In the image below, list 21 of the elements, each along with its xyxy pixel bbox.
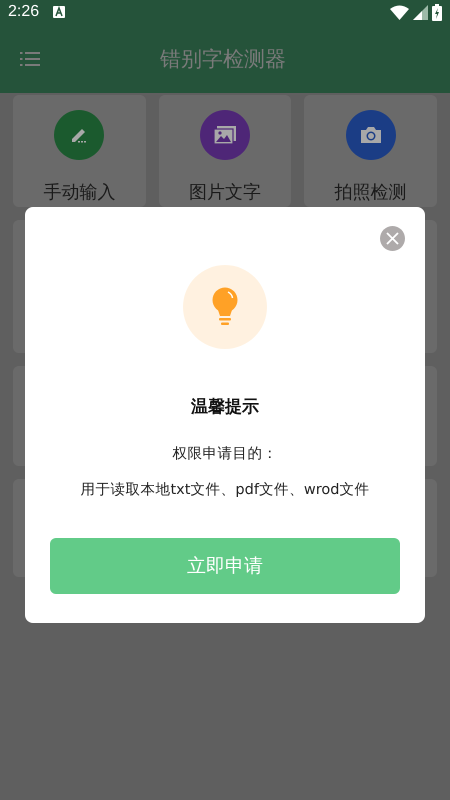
dialog-title: 温馨提示: [191, 396, 259, 418]
status-time: 2:26: [8, 3, 40, 21]
battery-icon: [432, 4, 442, 20]
app-title: 错别字检测器: [159, 46, 287, 72]
tool-card[interactable]: 手动输入: [13, 95, 146, 207]
wifi-icon: [390, 4, 409, 20]
tool-label: 图片文字: [188, 181, 261, 204]
menu-icon[interactable]: [20, 50, 40, 66]
close-button[interactable]: [380, 226, 405, 251]
signal-icon: [413, 4, 428, 20]
tool-label: 手动输入: [43, 181, 116, 204]
image-icon: [212, 125, 237, 145]
tool-label: 拍照检测: [334, 181, 407, 204]
dialog-text: 用于读取本地txt文件、pdf文件、wrod文件: [80, 481, 370, 499]
apply-button[interactable]: 立即申请: [50, 538, 400, 594]
dialog-text: 权限申请目的：: [172, 445, 278, 463]
notification-icon: [53, 6, 66, 18]
camera-icon: [358, 125, 383, 145]
tool-card[interactable]: 图片文字: [158, 95, 292, 207]
tool-card[interactable]: 拍照检测: [304, 95, 437, 207]
close-icon: [386, 232, 399, 245]
